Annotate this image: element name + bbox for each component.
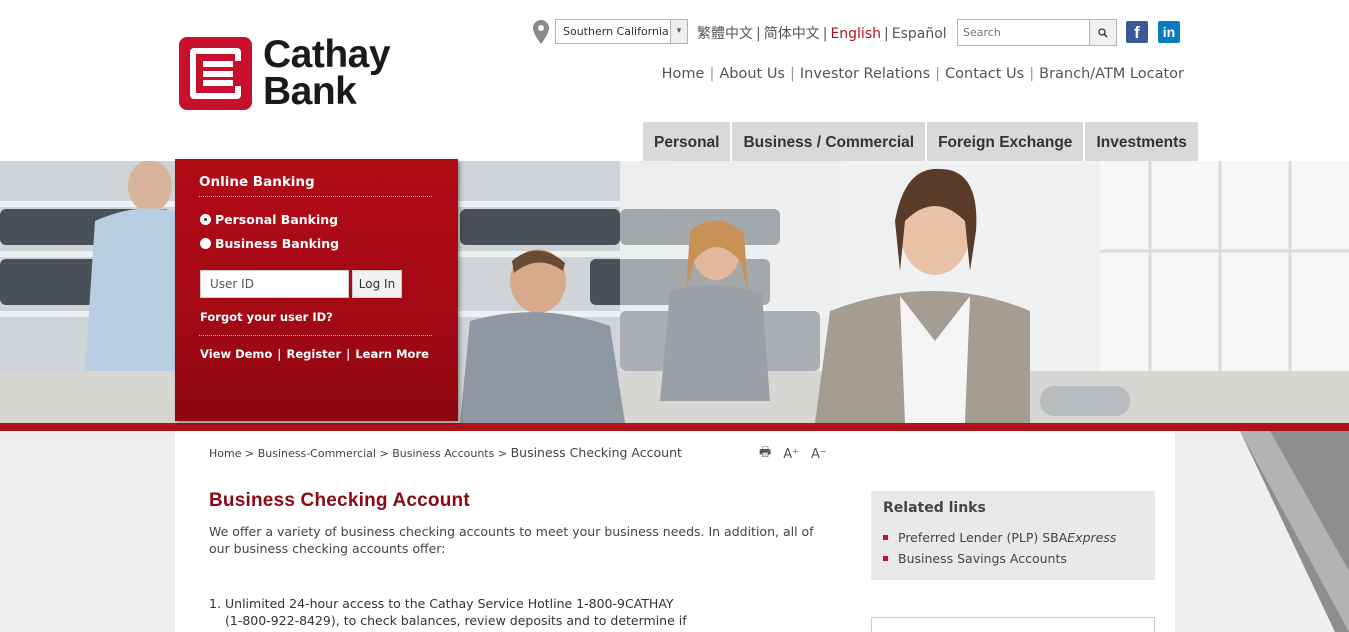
lang-traditional-chinese[interactable]: 繁體中文 — [697, 26, 753, 42]
related-links-box: Related links Preferred Lender (PLP) SBA… — [871, 491, 1155, 580]
page-title: Business Checking Account — [209, 490, 470, 511]
main-nav: Personal Business / Commercial Foreign E… — [643, 122, 1200, 161]
view-demo-link[interactable]: View Demo — [200, 347, 272, 361]
search-button[interactable] — [1089, 20, 1116, 45]
page-tools: 🖶 A⁺ A⁻ — [759, 443, 839, 465]
divider — [199, 196, 432, 197]
hero-divider-line — [0, 423, 1349, 431]
util-nav-home[interactable]: Home — [662, 66, 705, 82]
breadcrumb: Home > Business-Commercial > Business Ac… — [209, 445, 682, 460]
main-nav-personal[interactable]: Personal — [643, 122, 731, 161]
breadcrumb-business-commercial[interactable]: Business-Commercial — [258, 447, 376, 460]
lang-simplified-chinese[interactable]: 简体中文 — [764, 26, 820, 42]
util-nav-contact-us[interactable]: Contact Us — [945, 66, 1024, 82]
learn-more-link[interactable]: Learn More — [355, 347, 429, 361]
util-nav-about-us[interactable]: About Us — [719, 66, 785, 82]
radio-unselected-icon — [200, 238, 211, 249]
list-item: 1. Unlimited 24-hour access to the Catha… — [209, 596, 687, 632]
search-form — [957, 19, 1117, 46]
logo-wordmark: Cathay Bank — [263, 33, 391, 113]
radio-business-banking[interactable]: Business Banking — [200, 236, 339, 251]
forgot-user-id-link[interactable]: Forgot your user ID? — [200, 310, 333, 324]
login-button[interactable]: Log In — [352, 270, 402, 298]
radio-personal-banking[interactable]: Personal Banking — [200, 212, 338, 227]
decrease-font-icon[interactable]: A⁻ — [811, 447, 827, 462]
region-selected-value: Southern California — [563, 25, 669, 38]
language-switcher: 繁體中文 | 简体中文 | English | Español — [697, 26, 947, 42]
region-dropdown[interactable]: Southern California ▾ — [555, 19, 688, 44]
bullet-icon — [883, 556, 888, 561]
cathay-logo-icon — [179, 36, 252, 110]
linkedin-icon[interactable]: in — [1158, 21, 1180, 43]
register-link[interactable]: Register — [287, 347, 342, 361]
main-nav-investments[interactable]: Investments — [1085, 122, 1198, 161]
sidebar-box — [871, 617, 1155, 632]
online-banking-links: View Demo | Register | Learn More — [200, 347, 429, 361]
radio-selected-icon — [200, 214, 211, 225]
divider — [199, 335, 432, 336]
search-input[interactable] — [958, 20, 1089, 45]
location-pin-icon — [533, 19, 549, 44]
util-nav-branch-atm-locator[interactable]: Branch/ATM Locator — [1039, 66, 1184, 82]
page-intro: We offer a variety of business checking … — [209, 524, 814, 556]
main-nav-foreign-exchange[interactable]: Foreign Exchange — [927, 122, 1084, 161]
online-banking-panel: Online Banking Personal Banking Business… — [175, 159, 458, 421]
lang-english[interactable]: English — [830, 26, 881, 42]
related-link-sba-express[interactable]: Preferred Lender (PLP) SBA Express — [883, 530, 1116, 545]
print-icon[interactable]: 🖶 — [759, 443, 771, 465]
increase-font-icon[interactable]: A⁺ — [783, 447, 799, 462]
lang-spanish[interactable]: Español — [892, 26, 947, 42]
util-nav-investor-relations[interactable]: Investor Relations — [800, 66, 930, 82]
main-nav-business-commercial[interactable]: Business / Commercial — [732, 122, 926, 161]
search-icon — [1098, 27, 1108, 38]
breadcrumb-current: Business Checking Account — [510, 445, 682, 460]
region-selector: Southern California ▾ — [533, 19, 688, 44]
online-banking-title: Online Banking — [199, 174, 315, 190]
utility-nav: Home | About Us | Investor Relations | Contact… — [661, 66, 1184, 82]
decorative-diagonal — [1240, 431, 1349, 632]
breadcrumb-business-accounts[interactable]: Business Accounts — [392, 447, 494, 460]
related-link-business-savings[interactable]: Business Savings Accounts — [883, 551, 1116, 566]
facebook-icon[interactable]: f — [1126, 21, 1148, 43]
user-id-input[interactable]: User ID — [200, 270, 349, 298]
related-links-title: Related links — [883, 500, 986, 516]
chevron-down-icon: ▾ — [670, 20, 687, 43]
bullet-icon — [883, 535, 888, 540]
breadcrumb-home[interactable]: Home — [209, 447, 241, 460]
cathay-bank-logo[interactable]: Cathay Bank — [179, 33, 391, 113]
